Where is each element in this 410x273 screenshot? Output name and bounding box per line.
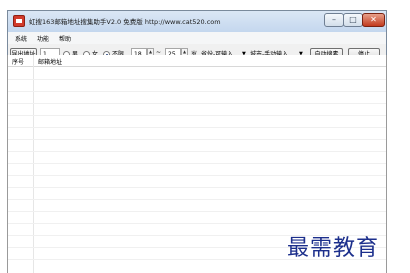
title-bar[interactable]: 虹搜163邮箱地址搜集助手V2.0 免费版 http://www.cat520.… — [8, 11, 386, 32]
grid-line — [8, 139, 386, 140]
minimize-button[interactable]: – — [324, 13, 344, 27]
grid-line — [8, 199, 386, 200]
app-logo-icon — [13, 15, 25, 27]
watermark-text: 最需教育 — [287, 236, 380, 261]
menu-system[interactable]: 系统 — [15, 34, 27, 43]
window-title: 虹搜163邮箱地址搜集助手V2.0 免费版 http://www.cat520.… — [29, 18, 221, 26]
close-button[interactable]: ✕ — [362, 13, 385, 27]
grid-line — [8, 211, 386, 212]
grid-line — [8, 79, 386, 80]
grid-line — [8, 163, 386, 164]
column-header-index[interactable]: 序号 — [12, 57, 24, 66]
grid-line — [8, 91, 386, 92]
grid-line — [8, 151, 386, 152]
list-header: 序号 邮箱地址 — [8, 55, 386, 67]
column-header-email[interactable]: 邮箱地址 — [38, 57, 62, 66]
grid-line — [8, 103, 386, 104]
menu-help[interactable]: 帮助 — [59, 34, 71, 43]
grid-line — [8, 127, 386, 128]
grid-line — [8, 115, 386, 116]
maximize-button[interactable]: □ — [343, 13, 363, 27]
menu-bar: 系统 功能 帮助 — [8, 32, 386, 44]
grid-line — [8, 175, 386, 176]
menu-function[interactable]: 功能 — [37, 34, 49, 43]
column-divider — [33, 55, 34, 273]
grid-line — [8, 187, 386, 188]
grid-line — [8, 223, 386, 224]
